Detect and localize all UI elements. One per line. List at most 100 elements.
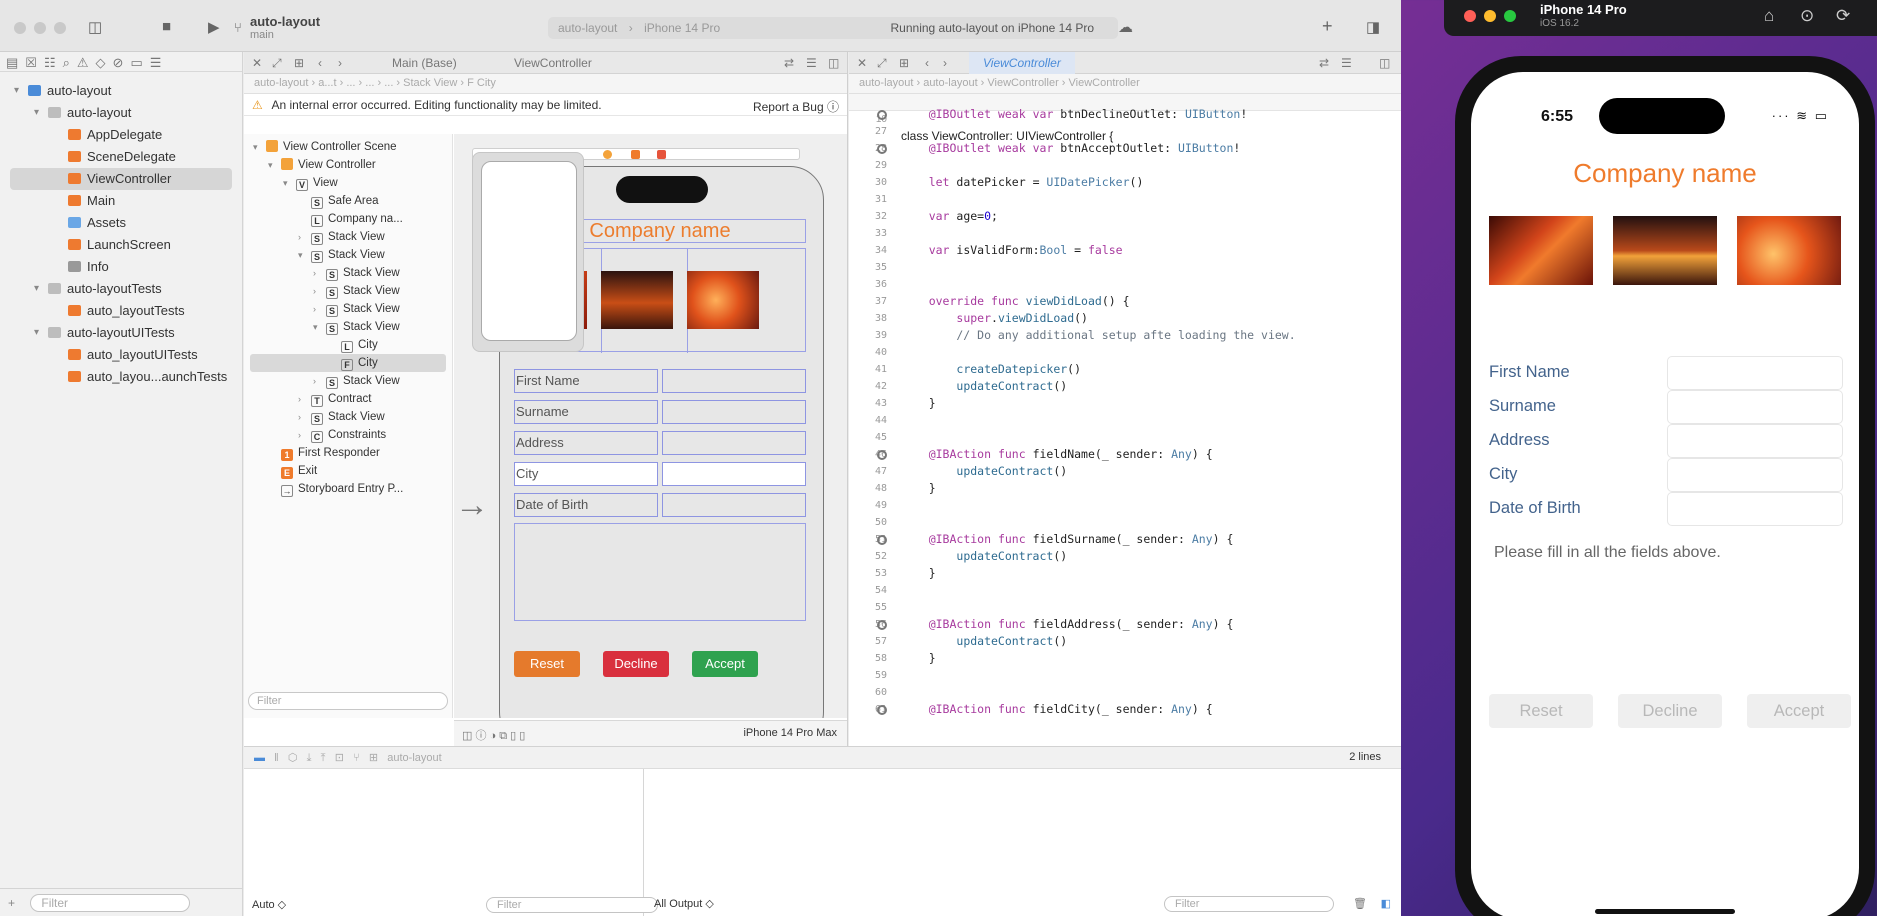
navigator-filter[interactable]: Filter [30,894,191,912]
text-field[interactable] [1667,356,1843,390]
split-icon[interactable]: ◫ [828,56,839,70]
text-field[interactable] [1667,390,1843,424]
disclosure-icon[interactable]: ▾ [283,174,288,192]
disclosure-icon[interactable]: ▾ [298,246,303,264]
outline-item[interactable]: ▾ S Stack View [244,318,452,336]
nav-item[interactable]: ▾ auto-layoutUITests [0,322,242,344]
canvas-field-label[interactable]: Surname [514,400,658,424]
code-line[interactable]: 33 [849,225,1401,242]
disclosure-icon[interactable]: ▾ [34,102,39,124]
code-line[interactable]: 54 [849,582,1401,599]
nav-item[interactable]: ▾ auto-layout [0,80,242,102]
outline-item[interactable]: 1 First Responder [244,444,452,462]
minimize-window-button[interactable] [34,22,46,34]
disclosure-icon[interactable]: › [313,264,316,282]
outline-item[interactable]: S Safe Area [244,192,452,210]
code-line[interactable]: 31 [849,191,1401,208]
close-code-tab-icon[interactable]: ✕ [857,56,867,70]
nav-item[interactable]: Assets [0,212,242,234]
outline-item[interactable]: ▾ V View [244,174,452,192]
outlet-connection-icon[interactable] [877,535,887,545]
forward-icon[interactable]: › [338,56,342,70]
outline-item[interactable]: › T Contract [244,390,452,408]
activity-view[interactable]: auto-layout › iPhone 14 Pro Running auto… [548,17,1118,39]
symbol-icon[interactable]: ☷ [44,55,63,70]
tab-viewcontroller[interactable]: ViewController [514,56,592,70]
grid-icon[interactable]: ⊞ [294,56,304,70]
canvas-text-field[interactable] [662,493,806,517]
storyboard-canvas[interactable]: → Company name First Name Surname Address C… [454,134,847,718]
nav-item[interactable]: auto_layoutTests [0,300,242,322]
code-line[interactable]: 35 [849,259,1401,276]
canvas-reset-button[interactable]: Reset [514,651,580,677]
code-line[interactable]: 53 } [849,565,1401,582]
console-filter[interactable]: Filter [1164,896,1334,912]
canvas-text-field[interactable] [662,400,806,424]
outline-item[interactable]: › S Stack View [244,300,452,318]
code-line[interactable]: 49 [849,497,1401,514]
disclosure-icon[interactable]: ▾ [313,318,318,336]
code-grid-icon[interactable]: ⊞ [899,56,909,70]
home-indicator[interactable] [1595,909,1735,914]
nav-item[interactable]: Main [0,190,242,212]
source-control-icon[interactable]: ☒ [25,55,44,70]
outline-item[interactable]: F City [250,354,446,372]
code-line[interactable]: 38 super.viewDidLoad() [849,310,1401,327]
disclosure-icon[interactable]: › [313,372,316,390]
nav-item[interactable]: auto_layoutUITests [0,344,242,366]
variables-filter[interactable]: Filter [486,897,658,913]
outline-item[interactable]: L City [244,336,452,354]
canvas-text-field[interactable] [662,462,806,486]
code-line[interactable]: 62 updateContract() [849,718,1401,720]
sim-zoom-button[interactable] [1504,10,1516,22]
sidebar-toggle-icon[interactable]: ◫ [88,18,102,36]
accept-button[interactable]: Accept [1747,694,1851,728]
code-line[interactable]: 58 } [849,650,1401,667]
breakpoint-icon[interactable]: ▭ [130,55,149,70]
nav-item[interactable]: Info [0,256,242,278]
code-line[interactable]: 52 updateContract() [849,548,1401,565]
code-line[interactable]: @IBOutlet weak var btnDeclineOutlet: UIB… [849,106,1401,123]
navigator-tabs[interactable]: ▤☒☷⌕⚠◇⊘▭☰ [0,52,242,72]
code-line[interactable]: 37 override func viewDidLoad() { [849,293,1401,310]
swap-icon[interactable]: ⇄ [784,56,794,70]
outline-item[interactable]: E Exit [244,462,452,480]
activity-device[interactable]: iPhone 14 Pro [644,21,720,35]
outline-item[interactable]: → Storyboard Entry P... [244,480,452,498]
code-swap-icon[interactable]: ⇄ [1319,56,1329,70]
disclosure-icon[interactable]: ▾ [34,322,39,344]
canvas-tools-icon[interactable]: ◫ ⓘ ◑ ⧉ ▯ ▯ [462,730,525,742]
code-line[interactable]: 34 var isValidForm:Bool = false [849,242,1401,259]
nav-item[interactable]: SceneDelegate [0,146,242,168]
expand-icon[interactable]: ⤢ [272,56,282,71]
canvas-field-label[interactable]: Date of Birth [514,493,658,517]
code-line[interactable]: 59 [849,667,1401,684]
zoom-window-button[interactable] [54,22,66,34]
code-line[interactable]: 43 } [849,395,1401,412]
test-icon[interactable]: ◇ [96,55,113,70]
code-line[interactable]: 48 } [849,480,1401,497]
text-field[interactable] [1667,492,1843,526]
outline-item[interactable]: ▾ S Stack View [244,246,452,264]
code-line[interactable]: 47 updateContract() [849,463,1401,480]
code-line[interactable]: 61 @IBAction func fieldCity(_ sender: An… [849,701,1401,718]
back-icon[interactable]: ‹ [318,56,322,70]
code-line[interactable]: 45 [849,429,1401,446]
canvas-minimap[interactable] [472,152,584,352]
code-line[interactable]: 50 [849,514,1401,531]
output-select[interactable]: All Output ◇ [654,898,714,910]
disclosure-icon[interactable]: › [298,408,301,426]
issue-icon[interactable]: ⚠ [77,55,96,70]
code-line[interactable]: 57 updateContract() [849,633,1401,650]
outline-item[interactable]: › S Stack View [244,282,452,300]
tab-viewcontroller-swift[interactable]: ViewController [969,52,1075,74]
report-bug-button[interactable]: Report a Bug ⓘ [753,98,839,115]
code-split-icon[interactable]: ◫ [1379,56,1390,70]
canvas-text-field[interactable] [662,369,806,393]
outline-item[interactable]: ▾ View Controller Scene [244,138,452,156]
text-field[interactable] [1667,424,1843,458]
outline-item[interactable]: › S Stack View [244,264,452,282]
nav-item[interactable]: LaunchScreen [0,234,242,256]
code-expand-icon[interactable]: ⤢ [877,56,887,71]
code-jumpbar[interactable]: auto-layout › auto-layout › ViewControll… [849,74,1401,94]
